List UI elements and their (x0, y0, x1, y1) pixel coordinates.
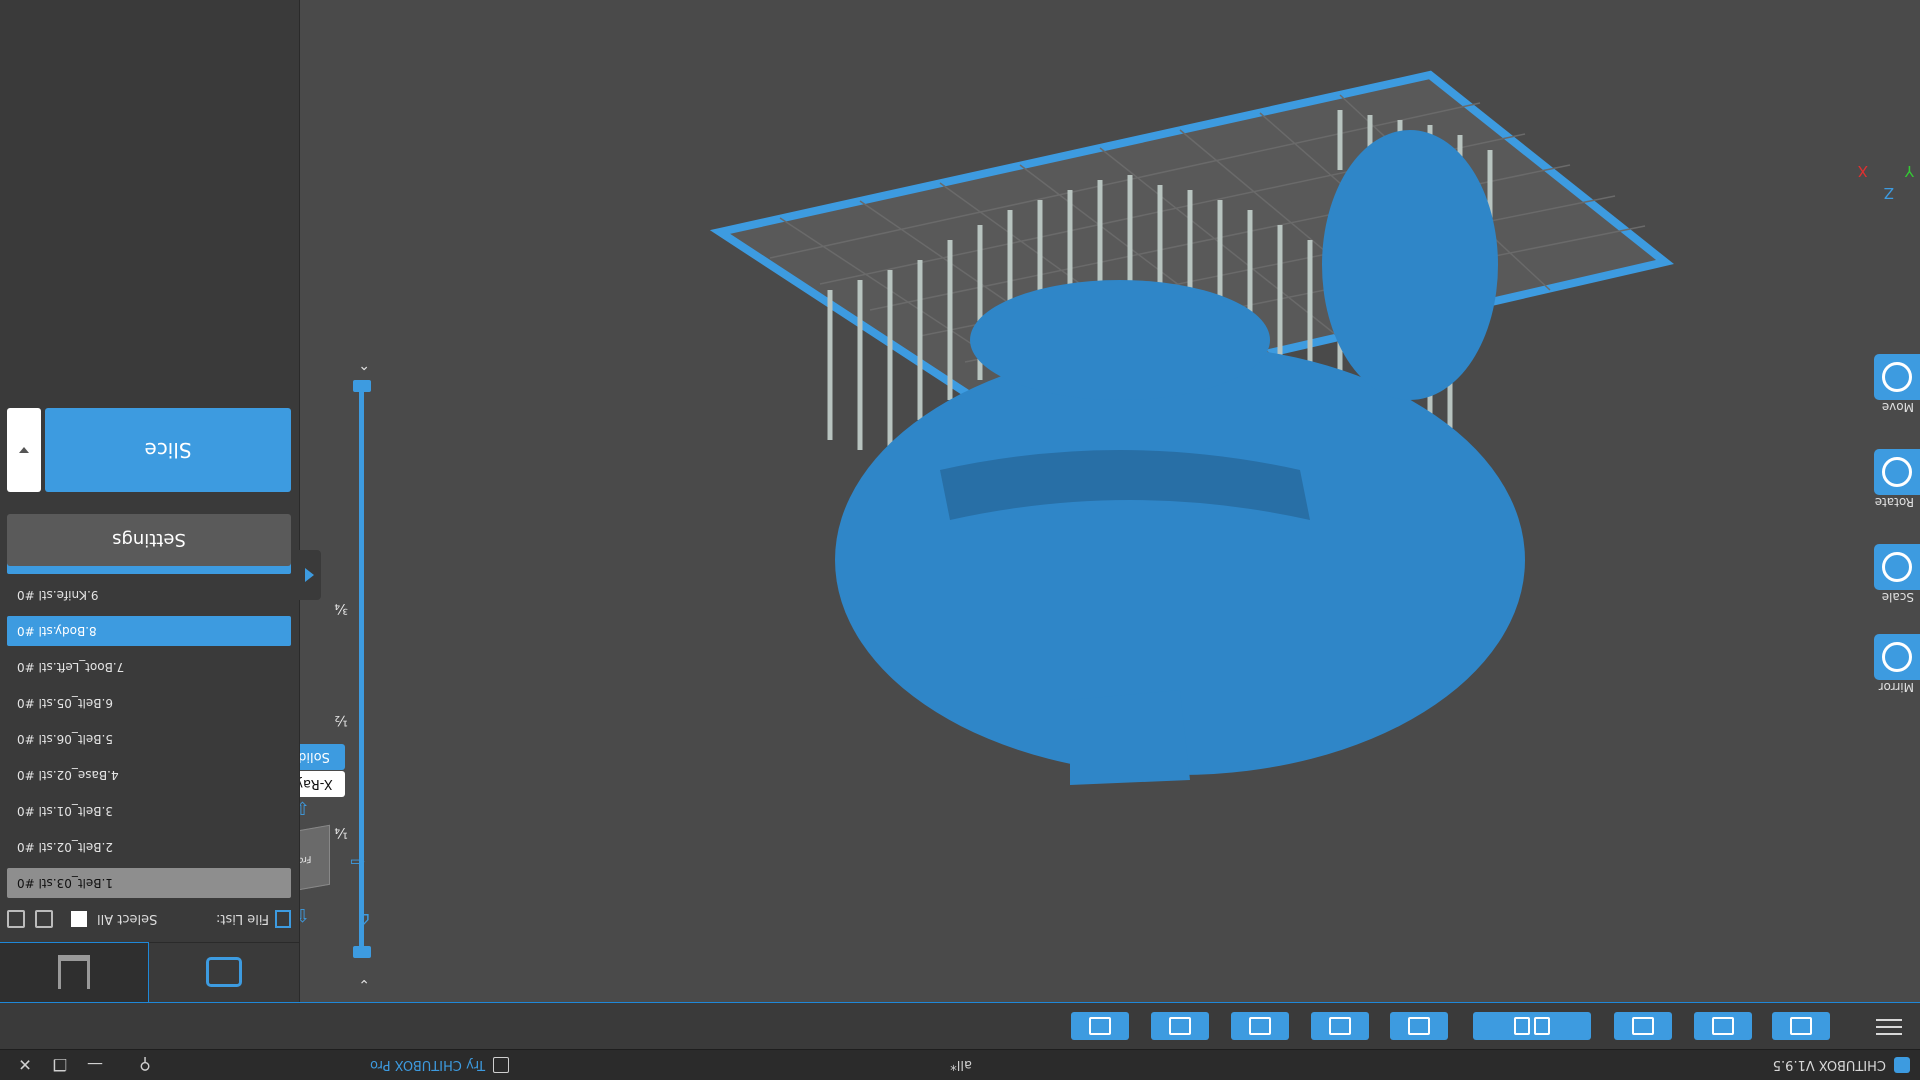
panel-tabs (0, 942, 299, 1002)
tab-settings[interactable] (149, 942, 299, 1002)
mirror-icon (1882, 642, 1912, 672)
file-list: 1.Belt_03.stl #0 2.Belt_02.stl #0 3.Belt_0… (7, 538, 291, 898)
view-left-arrow-icon[interactable]: ⇦ (350, 851, 365, 872)
mirror-button[interactable] (1874, 634, 1920, 680)
slider-down-arrow-icon[interactable]: ⌄ (358, 976, 370, 992)
pin-icon[interactable]: ⚲ (120, 1050, 170, 1080)
chevron-down-icon (19, 447, 29, 453)
shield-icon (1169, 1017, 1191, 1035)
axis-y-label: Y (1904, 162, 1914, 180)
settings-gear-icon (206, 957, 243, 988)
file-list-item[interactable]: 4.Base_02.stl #0 (7, 760, 291, 790)
try-pro-link[interactable]: Try CHITUBOX Pro (370, 1057, 510, 1073)
app-logo-icon (1894, 1057, 1910, 1073)
copy-button[interactable] (1390, 1012, 1448, 1040)
scale-tool[interactable]: Scale (1872, 544, 1920, 610)
scale-label: Scale (1881, 590, 1914, 604)
shield-button[interactable] (1151, 1012, 1209, 1040)
mirror-label: Mirror (1878, 680, 1914, 694)
app-title: CHITUBOX V1.9.5 (1772, 1057, 1886, 1073)
undo-icon (1534, 1017, 1550, 1035)
file-list-item[interactable]: 5.Belt_06.stl #0 (7, 724, 291, 754)
slider-top-handle[interactable] (353, 946, 371, 958)
title-bar: CHITUBOX V1.9.5 all* Try CHITUBOX Pro ⚲ … (0, 1049, 1920, 1080)
slice-area: Slice (7, 408, 291, 492)
undo-redo-button[interactable] (1473, 1012, 1591, 1040)
file-list-header: File List: Select All (7, 904, 291, 934)
slider-up-arrow-icon[interactable]: ⌃ (358, 356, 370, 372)
select-all-label: Select All (97, 911, 158, 927)
hollow-button[interactable] (1311, 1012, 1369, 1040)
supports-icon (57, 955, 90, 990)
move-tool[interactable]: Move (1872, 354, 1920, 420)
collapse-panel-button[interactable] (299, 550, 321, 600)
export-icon (1089, 1017, 1111, 1035)
auto-layout-button[interactable] (1614, 1012, 1672, 1040)
file-list-icon (275, 910, 291, 928)
move-icon (1882, 362, 1912, 392)
move-label: Move (1881, 400, 1914, 414)
try-pro-label: Try CHITUBOX Pro (370, 1057, 486, 1073)
app-root: CHITUBOX V1.9.5 all* Try CHITUBOX Pro ⚲ … (0, 0, 1920, 1080)
slider-bottom-handle[interactable] (353, 380, 371, 392)
file-list-item[interactable]: 1.Belt_03.stl #0 (7, 868, 291, 898)
collapse-arrow-icon (305, 568, 315, 582)
file-title: all* (950, 1057, 972, 1073)
file-list-item[interactable]: 2.Belt_02.stl #0 (7, 832, 291, 862)
minimize-button[interactable]: — (70, 1050, 120, 1080)
mirror-tool[interactable]: Mirror (1872, 634, 1920, 700)
rotate-button[interactable] (1874, 449, 1920, 495)
axis-z-label: Z (1883, 184, 1894, 202)
tab-supports[interactable] (0, 942, 150, 1002)
file-list-item[interactable]: 6.Belt_05.stl #0 (7, 688, 291, 718)
delete-icon[interactable] (7, 910, 25, 928)
rotate-icon (1882, 457, 1912, 487)
hamburger-menu-icon[interactable] (1876, 1014, 1902, 1040)
toolbar (0, 1001, 1920, 1049)
file-list-item[interactable]: 9.Knife.stl #0 (7, 580, 291, 610)
copy-icon (1408, 1017, 1430, 1035)
axis-x-label: X (1857, 162, 1868, 180)
file-list-label: File List: (216, 911, 269, 927)
scene-canvas[interactable] (300, 0, 1920, 1002)
edit-icon[interactable] (35, 910, 53, 928)
scale-icon (1882, 552, 1912, 582)
slider-mark-three-quarter: ¾ (334, 600, 348, 616)
monitor-icon (1790, 1017, 1812, 1035)
home-view-icon[interactable]: ⌂ (359, 909, 370, 930)
save-icon (1712, 1017, 1734, 1035)
file-list-item[interactable]: 7.Boot_Left.stl #0 (7, 652, 291, 682)
right-panel: File List: Select All 1.Belt_03.stl #0 2.… (0, 0, 321, 1002)
move-button[interactable] (1874, 354, 1920, 400)
gift-icon (493, 1057, 510, 1073)
axis-gizmo: X Y Z (1846, 124, 1916, 202)
drill-button[interactable] (1231, 1012, 1289, 1040)
save-button[interactable] (1694, 1012, 1752, 1040)
rotate-tool[interactable]: Rotate (1872, 449, 1920, 515)
drill-icon (1249, 1017, 1271, 1035)
slider-mark-half: ½ (334, 712, 348, 728)
file-list-item[interactable]: 3.Belt_01.stl #0 (7, 796, 291, 826)
settings-button[interactable]: Settings (7, 514, 291, 566)
rotate-label: Rotate (1874, 495, 1914, 509)
print-preview-button[interactable] (1772, 1012, 1830, 1040)
restore-button[interactable]: ❐ (50, 1050, 70, 1080)
scale-button[interactable] (1874, 544, 1920, 590)
select-all-checkbox[interactable] (71, 911, 87, 927)
hollow-icon (1329, 1017, 1351, 1035)
layout-icon (1632, 1017, 1654, 1035)
redo-icon (1514, 1017, 1530, 1035)
slice-button[interactable]: Slice (45, 408, 291, 492)
slice-dropdown-button[interactable] (7, 408, 41, 492)
close-button[interactable]: ✕ (0, 1050, 50, 1080)
export-button[interactable] (1071, 1012, 1129, 1040)
file-list-item[interactable]: 8.Body.stl #0 (7, 616, 291, 646)
